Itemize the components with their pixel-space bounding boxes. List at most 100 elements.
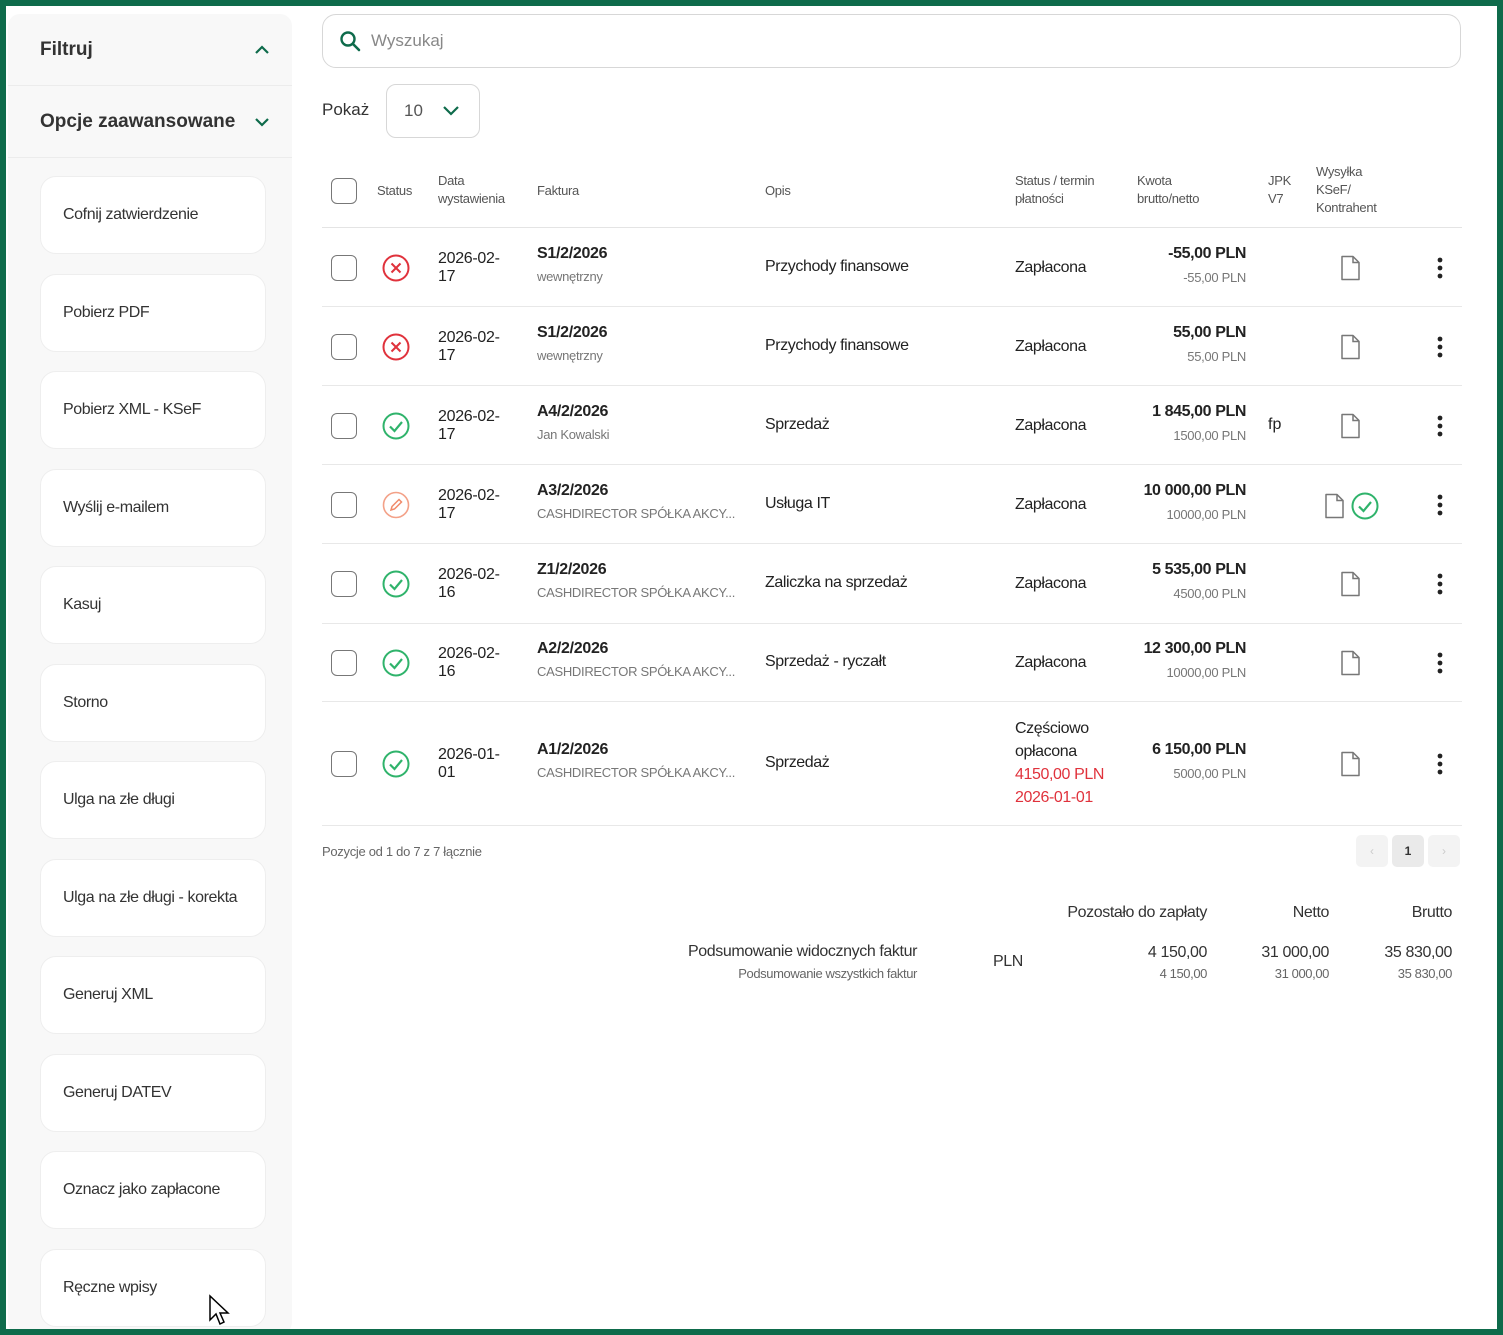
ksef-sent-icon xyxy=(1351,492,1379,519)
invoice-cell[interactable]: A2/2/2026 CASHDIRECTOR SPÓŁKA AKCY... xyxy=(537,640,735,679)
row-menu-button[interactable] xyxy=(1436,752,1444,781)
generate-xml-button[interactable]: Generuj XML xyxy=(40,956,266,1034)
filter-header[interactable]: Filtruj xyxy=(8,14,292,86)
header-date[interactable]: Data wystawienia xyxy=(438,172,505,208)
bad-debt-relief-correction-button[interactable]: Ulga na złe długi - korekta xyxy=(40,858,266,937)
summary-all-net: 31 000,00 xyxy=(1274,966,1330,981)
header-payment-status[interactable]: Status / termin płatności xyxy=(1015,172,1095,208)
page-size-value: 10 xyxy=(404,101,423,120)
jpk-code: fp xyxy=(1268,415,1282,433)
select-all-checkbox[interactable] xyxy=(331,178,357,204)
search-bar[interactable] xyxy=(322,14,1461,68)
invoice-cell[interactable]: S1/2/2026 wewnętrzny xyxy=(537,245,608,284)
header-invoice[interactable]: Faktura xyxy=(537,182,579,200)
document-icon[interactable] xyxy=(1338,650,1362,676)
table-row[interactable]: 2026-01- 01 A1/2/2026 CASHDIRECTOR SPÓŁKA A… xyxy=(322,702,1462,826)
document-icon[interactable] xyxy=(1338,413,1362,439)
more-options-icon[interactable] xyxy=(1436,256,1444,280)
storno-button[interactable]: Storno xyxy=(40,663,266,742)
row-menu-button[interactable] xyxy=(1436,493,1444,522)
advanced-options-header[interactable]: Opcje zaawansowane xyxy=(8,86,292,158)
invoice-number[interactable]: A3/2/2026 xyxy=(537,482,735,500)
send-email-button[interactable]: Wyślij e-mailem xyxy=(40,468,266,547)
row-checkbox[interactable] xyxy=(331,751,357,777)
invoice-cell[interactable]: A1/2/2026 CASHDIRECTOR SPÓŁKA AKCY... xyxy=(537,741,735,780)
invoice-cell[interactable]: S1/2/2026 wewnętrzny xyxy=(537,324,608,363)
payment-status: Zapłacona xyxy=(1015,416,1087,434)
status-cell xyxy=(381,253,411,288)
invoice-cell[interactable]: A3/2/2026 CASHDIRECTOR SPÓŁKA AKCY... xyxy=(537,482,735,521)
invoice-number[interactable]: Z1/2/2026 xyxy=(537,561,735,579)
table-row[interactable]: 2026-02- 17 S1/2/2026 wewnętrzny Przychody f… xyxy=(322,228,1462,307)
row-checkbox[interactable] xyxy=(331,254,357,281)
ksef-cell xyxy=(1338,571,1362,602)
payment-status-line1: Częściowo xyxy=(1015,720,1089,737)
invoice-number[interactable]: A2/2/2026 xyxy=(537,640,735,658)
page-size-label: Pokaż xyxy=(322,100,370,119)
table-row[interactable]: 2026-02- 17 S1/2/2026 wewnętrzny Przychody f… xyxy=(322,307,1462,386)
invoice-number[interactable]: S1/2/2026 xyxy=(537,245,608,263)
download-xml-ksef-button[interactable]: Pobierz XML - KSeF xyxy=(40,371,266,449)
undo-approval-button[interactable]: Cofnij zatwierdzenie xyxy=(40,176,266,254)
row-checkbox[interactable] xyxy=(331,650,357,676)
row-menu-button[interactable] xyxy=(1436,651,1444,680)
ksef-cell xyxy=(1338,255,1362,286)
row-checkbox[interactable] xyxy=(331,333,357,360)
more-options-icon[interactable] xyxy=(1436,493,1444,517)
invoice-description: Przychody finansowe xyxy=(765,336,909,354)
download-pdf-button[interactable]: Pobierz PDF xyxy=(40,273,266,352)
invoice-number[interactable]: A1/2/2026 xyxy=(537,741,735,759)
more-options-icon[interactable] xyxy=(1436,651,1444,675)
header-jpk[interactable]: JPK V7 xyxy=(1268,172,1291,208)
row-checkbox[interactable] xyxy=(331,491,357,518)
chevron-up-icon[interactable] xyxy=(252,40,272,60)
ok-status-icon xyxy=(382,649,410,677)
invoice-number[interactable]: A4/2/2026 xyxy=(537,403,609,421)
row-menu-button[interactable] xyxy=(1436,256,1444,285)
row-menu-button[interactable] xyxy=(1436,335,1444,364)
payment-status: Zapłacona xyxy=(1015,575,1087,592)
payment-status-line2: opłacona xyxy=(1015,743,1077,760)
document-icon[interactable] xyxy=(1338,571,1362,597)
page-button[interactable]: 1 xyxy=(1392,835,1424,867)
document-icon[interactable] xyxy=(1338,334,1362,360)
invoice-cell[interactable]: A4/2/2026 Jan Kowalski xyxy=(537,403,610,442)
invoice-cell[interactable]: Z1/2/2026 CASHDIRECTOR SPÓŁKA AKCY... xyxy=(537,561,735,600)
net-amount: 55,00 PLN xyxy=(1187,348,1246,364)
more-options-icon[interactable] xyxy=(1436,572,1444,596)
next-page-button[interactable]: › xyxy=(1428,835,1460,867)
page-size-select[interactable]: 10 xyxy=(386,84,480,138)
chevron-down-icon[interactable] xyxy=(252,112,272,132)
search-input[interactable] xyxy=(371,31,1271,51)
error-status-icon xyxy=(382,254,410,281)
invoice-number[interactable]: S1/2/2026 xyxy=(537,324,608,342)
table-row[interactable]: 2026-02- 17 A4/2/2026 Jan Kowalski Sprzedaż Z… xyxy=(322,386,1462,465)
table-row[interactable]: 2026-02- 16 A2/2/2026 CASHDIRECTOR SPÓŁKA A… xyxy=(322,624,1462,702)
table-row[interactable]: 2026-02- 17 A3/2/2026 CASHDIRECTOR SPÓŁKA A… xyxy=(322,465,1462,544)
row-menu-button[interactable] xyxy=(1436,572,1444,601)
row-checkbox[interactable] xyxy=(331,571,357,597)
document-icon[interactable] xyxy=(1322,493,1346,519)
bad-debt-relief-button[interactable]: Ulga na złe długi xyxy=(40,761,266,839)
header-ksef-line3: Kontrahent xyxy=(1316,200,1377,215)
mark-as-paid-button[interactable]: Oznacz jako zapłacone xyxy=(40,1151,266,1229)
row-menu-button[interactable] xyxy=(1436,414,1444,443)
document-icon[interactable] xyxy=(1338,751,1362,777)
more-options-icon[interactable] xyxy=(1436,752,1444,776)
header-description[interactable]: Opis xyxy=(765,182,791,200)
issue-date: 2026-01- 01 xyxy=(438,746,500,782)
document-icon[interactable] xyxy=(1338,255,1362,281)
header-amount[interactable]: Kwota brutto/netto xyxy=(1137,172,1199,208)
amount-cell: -55,00 PLN -55,00 PLN xyxy=(1096,245,1246,285)
delete-button[interactable]: Kasuj xyxy=(40,566,266,644)
generate-datev-button[interactable]: Generuj DATEV xyxy=(40,1053,266,1132)
header-status[interactable]: Status xyxy=(377,182,412,200)
more-options-icon[interactable] xyxy=(1436,335,1444,359)
more-options-icon[interactable] xyxy=(1436,414,1444,438)
table-row[interactable]: 2026-02- 16 Z1/2/2026 CASHDIRECTOR SPÓŁKA A… xyxy=(322,544,1462,624)
issue-date-line2: 01 xyxy=(438,764,456,781)
row-checkbox[interactable] xyxy=(331,412,357,439)
header-ksef[interactable]: Wysyłka KSeF/Kontrahent xyxy=(1316,163,1377,217)
prev-page-button[interactable]: ‹ xyxy=(1356,835,1388,867)
status-cell xyxy=(381,569,411,604)
